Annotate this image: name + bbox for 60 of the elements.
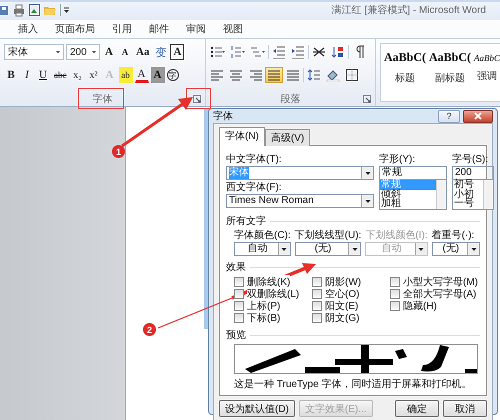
dialog-tab[interactable]: 字体(N): [219, 127, 265, 146]
section-heading: 效果: [226, 261, 246, 274]
field-label: 下划线颜色(I):: [365, 230, 428, 242]
ribbon-tab[interactable]: 页面布局: [47, 22, 104, 36]
subscript-button[interactable]: x₂: [70, 67, 84, 83]
field-label: 西文字体(F):: [226, 182, 283, 194]
font-size-field[interactable]: 200: [452, 166, 494, 180]
highlight-button[interactable]: ab: [118, 67, 132, 83]
list-item[interactable]: 倾斜: [380, 190, 436, 199]
section-heading: 预览: [226, 329, 246, 342]
emphasis-mark-dropdown[interactable]: (无): [432, 242, 480, 256]
character-border-button[interactable]: A: [170, 44, 184, 60]
enclose-character-button[interactable]: 字: [166, 69, 178, 81]
field-label: 着重号(·):: [432, 230, 476, 242]
italic-button[interactable]: I: [20, 67, 34, 83]
strikethrough-button[interactable]: abc: [52, 67, 68, 83]
window-title: 满江红 [兼容模式] - Microsoft Word: [332, 4, 486, 17]
style-gallery-item[interactable]: AaBbC 强调: [474, 50, 500, 101]
superscript-button[interactable]: x²: [86, 67, 100, 83]
font-name-dropdown[interactable]: 宋体: [4, 44, 64, 60]
list-item[interactable]: 一号: [453, 199, 483, 208]
font-size-dropdown[interactable]: 200: [66, 44, 100, 60]
ribbon-tab[interactable]: 引用: [104, 22, 141, 36]
preview-note: 这是一种 TrueType 字体，同时适用于屏幕和打印机。: [233, 378, 472, 391]
field-label: 中文字体(T):: [226, 154, 283, 166]
style-gallery-item[interactable]: AaBbC( 标题: [384, 50, 426, 101]
grow-font-button[interactable]: A: [102, 44, 116, 60]
section-heading: 所有文字: [226, 214, 266, 228]
font-color-dropdown[interactable]: 自动: [234, 242, 291, 256]
underline-style-dropdown[interactable]: (无): [294, 242, 362, 256]
group-label: 段落: [280, 92, 300, 106]
font-style-list[interactable]: 常规 倾斜 加粗: [379, 180, 447, 210]
cancel-button[interactable]: 取消: [443, 400, 487, 417]
list-item[interactable]: 初号: [453, 180, 483, 190]
font-style-field[interactable]: 常规: [379, 166, 447, 180]
bold-button[interactable]: B: [4, 67, 18, 83]
list-item[interactable]: 小初: [453, 190, 483, 199]
dialog-tab[interactable]: 高级(V): [264, 129, 310, 146]
ribbon-tab[interactable]: 视图: [215, 22, 252, 36]
ribbon-tab[interactable]: 审阅: [178, 22, 215, 36]
phonetic-guide-button[interactable]: 变: [153, 44, 168, 60]
ribbon-tab[interactable]: 邮件: [141, 22, 178, 36]
character-shading-button[interactable]: A: [150, 67, 164, 83]
field-label: 字体颜色(C):: [234, 230, 291, 242]
ribbon-tab[interactable]: 插入: [10, 22, 47, 36]
group-label: 字体: [92, 92, 112, 106]
set-default-button[interactable]: 设为默认值(D): [219, 400, 295, 417]
western-font-dropdown[interactable]: Times New Roman: [226, 194, 374, 208]
style-gallery-item[interactable]: AaBbC( 副标题: [429, 50, 472, 101]
underline-button[interactable]: U: [36, 67, 50, 83]
help-button[interactable]: ?: [438, 110, 460, 122]
field-label: 下划线线型(U):: [294, 230, 362, 242]
ok-button[interactable]: 确定: [395, 400, 439, 417]
field-label: 字号(S):: [452, 154, 490, 166]
shrink-font-button[interactable]: A: [118, 44, 132, 60]
font-size-list[interactable]: 初号 小初 一号: [452, 180, 494, 210]
field-label: 字形(Y):: [379, 154, 416, 166]
change-case-button[interactable]: Aa: [134, 44, 152, 60]
dialog-title: 字体: [213, 110, 234, 123]
list-item[interactable]: 加粗: [380, 199, 436, 208]
